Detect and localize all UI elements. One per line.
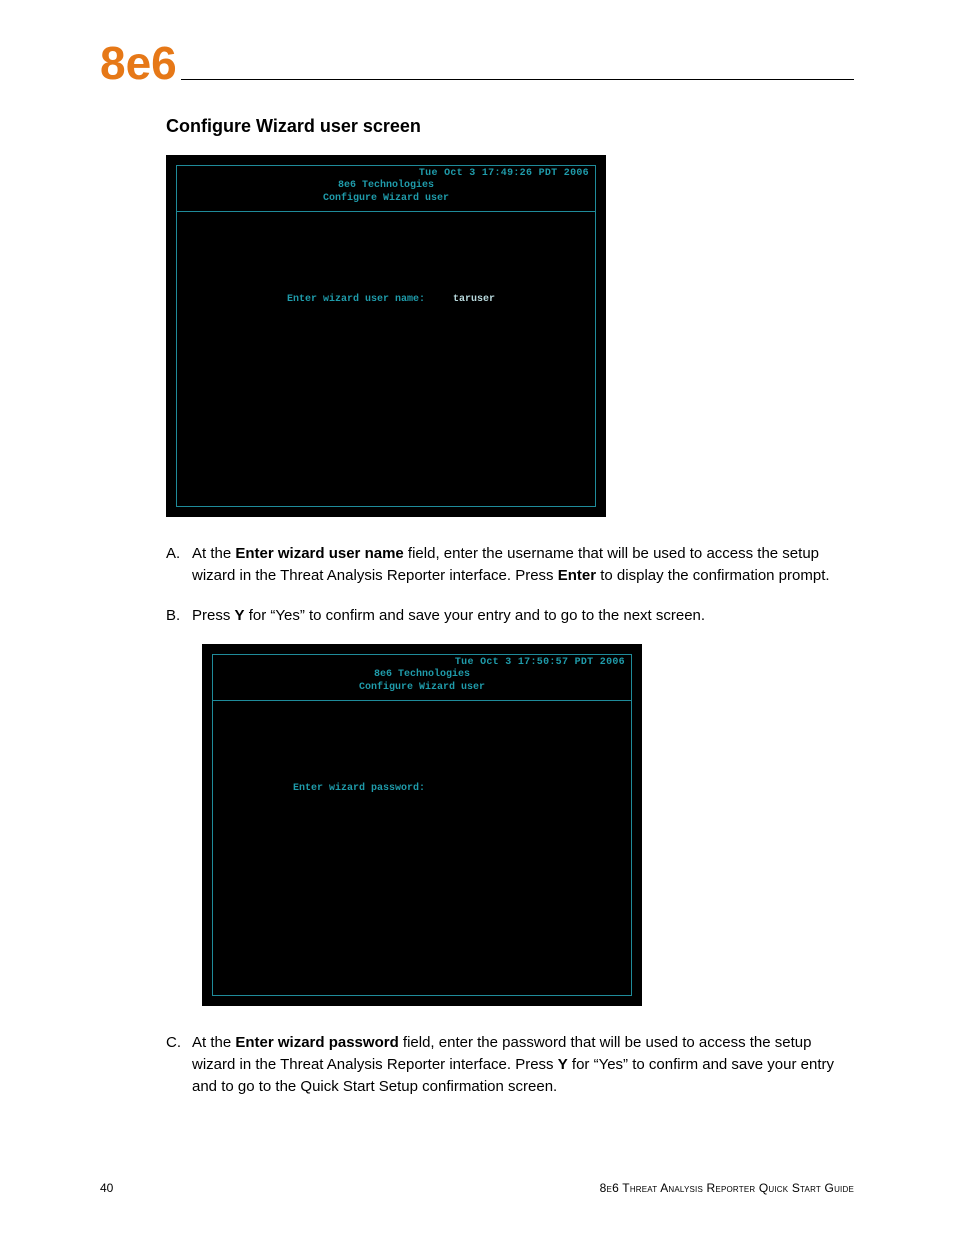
step-body: At the Enter wizard password field, ente… xyxy=(192,1032,854,1097)
terminal-prompt-label: Enter wizard password: xyxy=(293,783,425,794)
section-heading: Configure Wizard user screen xyxy=(166,116,854,137)
step-body: At the Enter wizard user name field, ent… xyxy=(192,543,854,587)
step-letter: B. xyxy=(166,605,192,627)
step-letter: A. xyxy=(166,543,192,587)
step-item: C.At the Enter wizard password field, en… xyxy=(166,1032,854,1097)
terminal-prompt-value: taruser xyxy=(453,294,495,305)
page-header: 8e6 xyxy=(100,40,854,86)
page-footer: 40 8e6 Threat Analysis Reporter Quick St… xyxy=(100,1181,854,1195)
step-item: A.At the Enter wizard user name field, e… xyxy=(166,543,854,587)
terminal-screenshot-password: Tue Oct 3 17:50:57 PDT 2006 8e6 Technolo… xyxy=(202,644,642,1006)
page-number: 40 xyxy=(100,1181,113,1195)
footer-title-rest: Threat Analysis Reporter Quick Start Gui… xyxy=(619,1181,854,1195)
terminal-screenshot-username: Tue Oct 3 17:49:26 PDT 2006 8e6 Technolo… xyxy=(166,155,606,517)
terminal-title-line2: Configure Wizard user xyxy=(359,682,485,693)
step-list-c: C.At the Enter wizard password field, en… xyxy=(166,1032,854,1097)
step-body: Press Y for “Yes” to confirm and save yo… xyxy=(192,605,854,627)
terminal-title: 8e6 Technologies Configure Wizard user xyxy=(177,179,595,209)
step-item: B.Press Y for “Yes” to confirm and save … xyxy=(166,605,854,627)
terminal-timestamp: Tue Oct 3 17:49:26 PDT 2006 xyxy=(177,166,595,179)
terminal-divider xyxy=(213,700,631,701)
terminal-title: 8e6 Technologies Configure Wizard user xyxy=(213,668,631,698)
footer-title-prefix: 8e6 xyxy=(600,1181,619,1195)
step-letter: C. xyxy=(166,1032,192,1097)
brand-logo: 8e6 xyxy=(100,40,177,86)
terminal-title-line1: 8e6 Technologies xyxy=(374,669,470,680)
terminal-title-line2: Configure Wizard user xyxy=(323,193,449,204)
header-rule xyxy=(181,79,854,80)
terminal-prompt-row: Enter wizard user name: taruser xyxy=(177,294,595,305)
terminal-title-line1: 8e6 Technologies xyxy=(338,180,434,191)
terminal-prompt-row: Enter wizard password: xyxy=(213,783,631,794)
footer-title: 8e6 Threat Analysis Reporter Quick Start… xyxy=(600,1181,854,1195)
step-list-ab: A.At the Enter wizard user name field, e… xyxy=(166,543,854,626)
terminal-timestamp: Tue Oct 3 17:50:57 PDT 2006 xyxy=(213,655,631,668)
terminal-prompt-label: Enter wizard user name: xyxy=(287,294,425,305)
terminal-divider xyxy=(177,211,595,212)
content-area: Configure Wizard user screen Tue Oct 3 1… xyxy=(100,116,854,1098)
terminal-frame: Tue Oct 3 17:49:26 PDT 2006 8e6 Technolo… xyxy=(176,165,596,507)
terminal-frame: Tue Oct 3 17:50:57 PDT 2006 8e6 Technolo… xyxy=(212,654,632,996)
